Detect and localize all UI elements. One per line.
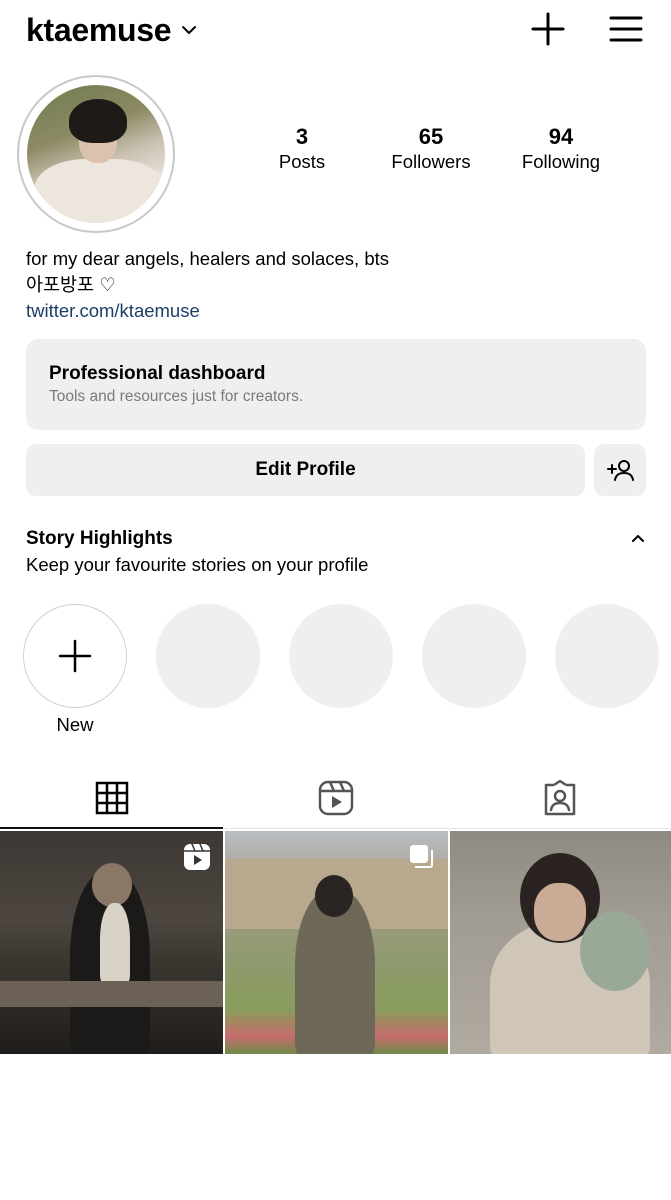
profile-avatar[interactable] <box>17 75 175 233</box>
hamburger-icon <box>609 16 643 42</box>
tab-tagged[interactable] <box>448 768 671 828</box>
story-highlights-subtitle: Keep your favourite stories on your prof… <box>26 554 369 575</box>
discover-people-button[interactable] <box>594 444 646 496</box>
post-thumbnail[interactable] <box>0 831 223 1054</box>
chevron-up-icon[interactable] <box>626 526 650 550</box>
new-highlight-button[interactable] <box>23 604 127 708</box>
grid-icon <box>95 781 128 815</box>
username: ktaemuse <box>26 11 172 48</box>
reels-icon <box>184 843 210 870</box>
tab-reels[interactable] <box>224 768 447 828</box>
stat-posts-label: Posts <box>278 151 326 172</box>
tab-posts-grid[interactable] <box>0 768 223 828</box>
stat-posts-count: 3 <box>295 124 309 149</box>
stat-following-count: 94 <box>548 124 574 149</box>
edit-profile-button[interactable]: Edit Profile <box>26 444 585 496</box>
bio-line-2: 아포방포 ♡ <box>26 274 116 295</box>
highlight-placeholder <box>289 604 393 708</box>
reels-icon <box>318 780 353 816</box>
post-thumbnail[interactable] <box>450 831 671 1054</box>
stat-followers-count: 65 <box>418 124 444 149</box>
carousel-icon <box>410 845 433 868</box>
bio-line-1: for my dear angels, healers and solaces,… <box>26 248 389 269</box>
plus-icon <box>58 639 92 673</box>
story-highlights-title: Story Highlights <box>26 528 173 549</box>
post-thumbnail[interactable] <box>225 831 448 1054</box>
highlight-placeholder <box>156 604 260 708</box>
tagged-icon <box>544 780 575 816</box>
highlight-placeholder <box>555 604 659 708</box>
stat-followers[interactable]: 65 Followers <box>371 124 491 174</box>
professional-dashboard[interactable]: Professional dashboard Tools and resourc… <box>26 339 646 430</box>
dashboard-title: Professional dashboard <box>49 363 266 384</box>
chevron-down-icon <box>182 26 197 34</box>
add-person-icon <box>607 460 634 481</box>
new-highlight-label: New <box>56 714 94 735</box>
menu-button[interactable] <box>606 9 646 49</box>
highlight-placeholder <box>422 604 526 708</box>
dashboard-subtitle: Tools and resources just for creators. <box>49 388 304 405</box>
plus-icon <box>531 12 565 46</box>
stat-posts[interactable]: 3 Posts <box>242 124 362 174</box>
bio-link[interactable]: twitter.com/ktaemuse <box>26 298 200 324</box>
account-switcher[interactable]: ktaemuse <box>26 8 199 52</box>
active-tab-indicator <box>0 827 223 829</box>
stat-followers-label: Followers <box>391 151 471 172</box>
stat-following-label: Following <box>521 151 601 172</box>
stat-following[interactable]: 94 Following <box>501 124 621 174</box>
avatar-photo <box>27 85 165 223</box>
create-button[interactable] <box>528 9 568 49</box>
